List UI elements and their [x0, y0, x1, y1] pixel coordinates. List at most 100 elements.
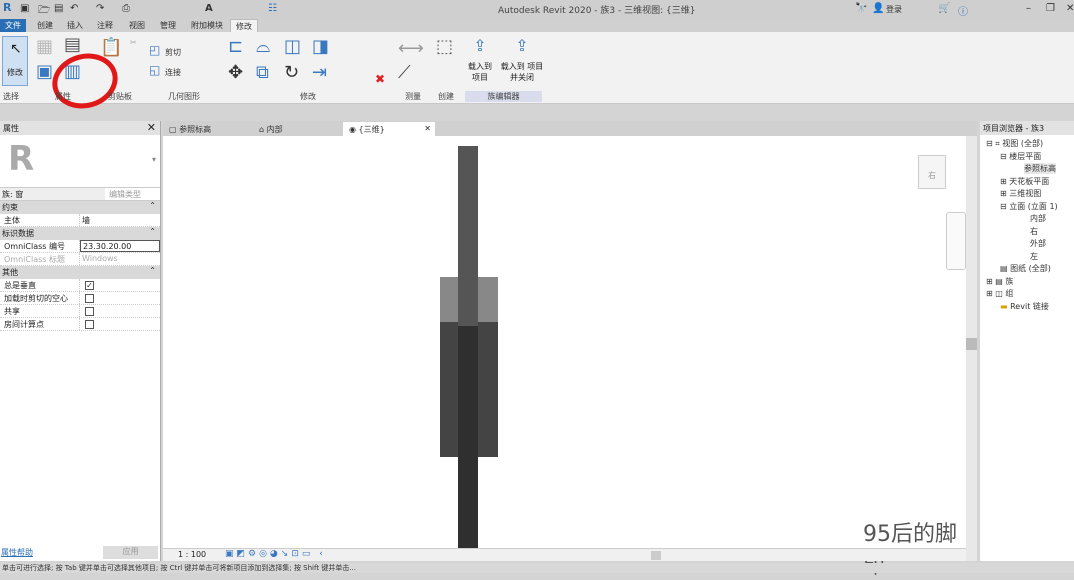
tab-view[interactable]: 视图: [124, 19, 150, 32]
close-button[interactable]: ✕: [1066, 3, 1074, 14]
load-into-project-button[interactable]: ⇪ 载入到 项目: [465, 36, 495, 86]
redo-icon[interactable]: ↷: [96, 3, 104, 14]
3d-viewport[interactable]: 右 95后的脚印 1 : 100 ▣◩⚙◎◕↘⊡▭ ‹: [163, 121, 977, 579]
property-value[interactable]: 墙: [80, 214, 160, 226]
type-preview: R ▾: [0, 135, 160, 187]
cart-icon[interactable]: 🛒: [938, 3, 950, 14]
revit-logo-icon[interactable]: R: [3, 1, 11, 14]
load-and-close-button[interactable]: ⇪ 载入到 项目并关闭: [500, 36, 544, 86]
tree-3d-views[interactable]: ⊞ 三维视图: [1000, 188, 1041, 199]
dropdown-icon[interactable]: ▾: [152, 155, 156, 164]
property-section[interactable]: 标识数据 ⌃: [0, 227, 160, 240]
tree-floor-plans[interactable]: ⊟ 楼层平面: [1000, 151, 1041, 162]
switch-windows-icon[interactable]: ☷: [268, 3, 277, 14]
vertical-scrollbar[interactable]: [966, 136, 977, 561]
property-checkbox[interactable]: [85, 307, 94, 316]
delete-icon[interactable]: ✖: [375, 72, 385, 86]
section-title: 标识数据: [2, 229, 34, 238]
tab-insert[interactable]: 插入: [62, 19, 88, 32]
minimize-button[interactable]: –: [1026, 3, 1031, 14]
login-link[interactable]: 登录: [886, 4, 902, 15]
mirror-axis-icon[interactable]: ◫: [284, 36, 301, 57]
property-value[interactable]: 23.30.20.00: [80, 240, 160, 252]
edit-type-button[interactable]: 编辑类型: [105, 188, 145, 200]
restore-button[interactable]: ❐: [1046, 3, 1055, 14]
tree-ceiling-plans[interactable]: ⊞ 天花板平面: [1000, 176, 1049, 187]
view-tab-ref-level[interactable]: ▢ 参照标高: [163, 122, 251, 136]
scale-selector[interactable]: 1 : 100: [178, 550, 206, 559]
scrollbar-thumb[interactable]: [966, 338, 977, 350]
user-icon[interactable]: 👤: [872, 3, 884, 14]
horizontal-scrollbar-thumb[interactable]: [651, 551, 661, 560]
measure-icon[interactable]: ⟋: [398, 62, 411, 83]
modify-button[interactable]: ↖ 修改: [2, 36, 28, 86]
property-section[interactable]: 其他 ⌃: [0, 266, 160, 279]
move-icon[interactable]: ✥: [228, 62, 243, 83]
wall-upper: [458, 146, 478, 326]
property-checkbox[interactable]: ✓: [85, 281, 94, 290]
tree-exterior[interactable]: 外部: [1030, 238, 1046, 249]
property-row: 主体墙: [0, 214, 160, 227]
properties-help-link[interactable]: 属性帮助: [1, 547, 33, 558]
view-control-icons[interactable]: ▣◩⚙◎◕↘⊡▭ ‹: [225, 549, 326, 559]
collapse-icon[interactable]: ⌃: [149, 227, 156, 236]
help-icon[interactable]: ⓘ: [958, 3, 968, 18]
search-icon[interactable]: 🔭: [855, 3, 867, 14]
tab-addins[interactable]: 附加模块: [186, 19, 228, 32]
properties-icon[interactable]: ▣: [36, 61, 53, 82]
print-icon[interactable]: ⎙: [122, 3, 130, 14]
trim-icon[interactable]: ⇥: [312, 62, 327, 83]
property-value[interactable]: Windows: [80, 253, 160, 265]
cut-clip-icon[interactable]: ✂: [130, 38, 137, 47]
close-icon[interactable]: ✕: [147, 121, 156, 134]
property-checkbox[interactable]: [85, 320, 94, 329]
property-section[interactable]: 约束 ⌃: [0, 201, 160, 214]
tab-modify[interactable]: 修改: [230, 19, 258, 32]
family-types-icon[interactable]: ▤: [64, 34, 81, 55]
tree-right[interactable]: 右: [1030, 226, 1038, 237]
tree-interior[interactable]: 内部: [1030, 213, 1046, 224]
property-checkbox[interactable]: [85, 294, 94, 303]
collapse-icon[interactable]: ⌃: [149, 201, 156, 210]
paste-icon[interactable]: 📋: [100, 37, 122, 58]
panel-select[interactable]: 选择: [3, 91, 19, 102]
tree-elevations[interactable]: ⊟ 立面 (立面 1): [1000, 201, 1058, 212]
cut-geometry-icon: ◰: [149, 43, 161, 57]
navigation-bar[interactable]: [946, 212, 966, 270]
undo-icon[interactable]: ↶: [70, 3, 78, 14]
save-icon[interactable]: ▤: [54, 3, 63, 14]
mirror-draw-icon[interactable]: ◨: [312, 36, 329, 57]
tree-sheets[interactable]: ▤ 图纸 (全部): [1000, 263, 1051, 274]
tree-views[interactable]: ⊟ ⌗ 视图 (全部): [986, 138, 1043, 149]
view-tab-3d[interactable]: ◉ {三维} ✕: [343, 122, 435, 136]
offset-icon[interactable]: ⌓: [256, 36, 270, 57]
type-selector[interactable]: 族: 窗: [0, 188, 105, 200]
rotate-icon[interactable]: ↻: [284, 62, 299, 83]
join-button[interactable]: 连接: [165, 67, 181, 78]
align-icon[interactable]: ⊏: [228, 36, 243, 57]
copy-icon[interactable]: ⧉: [256, 62, 269, 83]
create-group-icon[interactable]: ⬚: [436, 36, 453, 57]
collapse-icon[interactable]: ⌃: [149, 266, 156, 275]
tree-label: Revit 链接: [1010, 302, 1049, 311]
viewcube[interactable]: 右: [918, 155, 946, 189]
tab-annotate[interactable]: 注释: [92, 19, 118, 32]
aligned-dimension-icon[interactable]: ⟷: [398, 38, 424, 59]
text-icon[interactable]: A: [205, 3, 213, 14]
tab-manage[interactable]: 管理: [155, 19, 181, 32]
property-row: OmniClass 编号 23.30.20.00: [0, 240, 160, 253]
tree-revit-links[interactable]: ▬ Revit 链接: [1000, 301, 1049, 312]
tree-groups[interactable]: ⊞ ◫ 组: [986, 288, 1013, 299]
home-icon[interactable]: ▣: [20, 3, 29, 14]
tree-families[interactable]: ⊞ ▤ 族: [986, 276, 1013, 287]
family-category-icon[interactable]: ▦: [36, 36, 53, 57]
close-icon[interactable]: ✕: [424, 124, 431, 133]
view-tab-interior[interactable]: ⌂ 内部: [253, 122, 341, 136]
tree-left[interactable]: 左: [1030, 251, 1038, 262]
tab-file[interactable]: 文件: [0, 19, 26, 32]
tree-ref-level[interactable]: 参照标高: [1024, 163, 1056, 174]
load-into-project-label: 载入到 项目: [468, 62, 492, 82]
tab-create[interactable]: 创建: [32, 19, 58, 32]
cut-button[interactable]: 剪切: [165, 47, 181, 58]
apply-button[interactable]: 应用: [103, 546, 158, 559]
